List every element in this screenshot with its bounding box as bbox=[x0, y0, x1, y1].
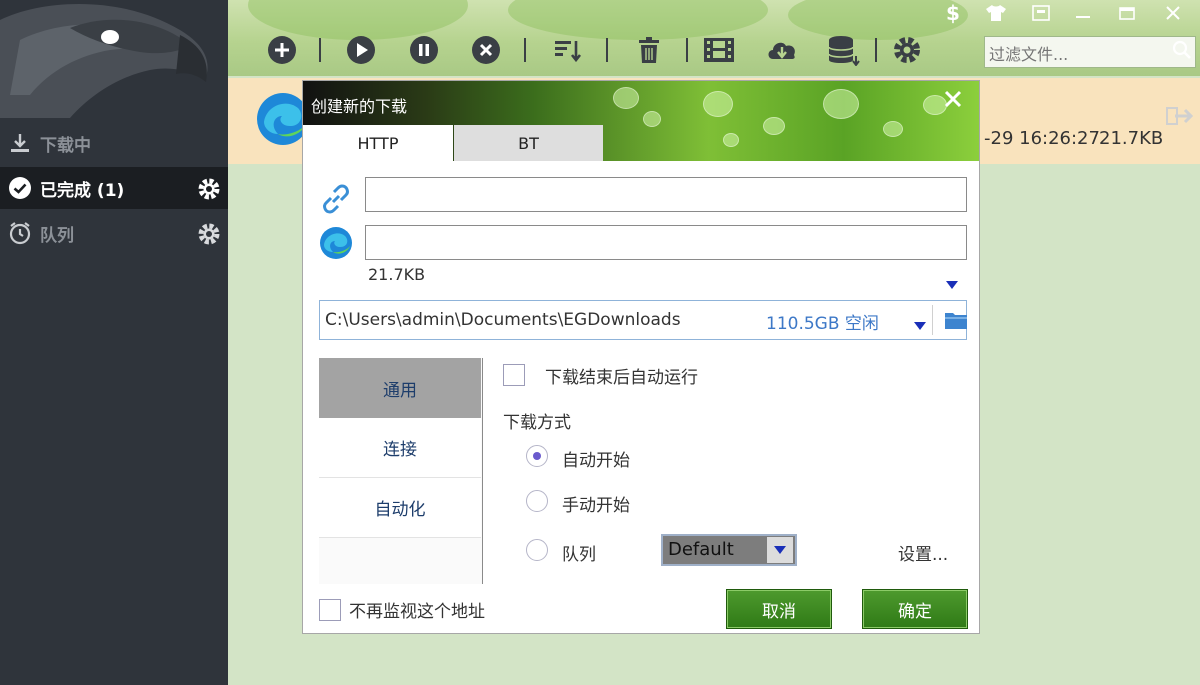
sidebar-item-completed[interactable]: 已完成 (1) bbox=[0, 167, 228, 209]
minimize-button[interactable] bbox=[1070, 2, 1096, 24]
close-icon bbox=[1166, 6, 1180, 20]
save-path-field[interactable]: C:\Users\admin\Documents\EGDownloads 110… bbox=[319, 300, 967, 340]
tab-general[interactable]: 通用 bbox=[319, 358, 481, 418]
skin-button[interactable] bbox=[983, 2, 1009, 24]
free-space-label: 110.5GB 空闲 bbox=[766, 314, 879, 334]
toolbar-divider bbox=[524, 38, 526, 62]
auto-run-label: 下载结束后自动运行 bbox=[545, 368, 698, 388]
queue-select-value: Default bbox=[668, 539, 734, 560]
database-button[interactable] bbox=[826, 33, 860, 67]
chevron-down-icon[interactable] bbox=[767, 537, 793, 563]
sort-button[interactable] bbox=[550, 33, 584, 67]
divider bbox=[932, 305, 933, 335]
queue-label: 队列 bbox=[562, 545, 596, 565]
video-button[interactable] bbox=[702, 33, 736, 67]
tab-bt[interactable]: BT bbox=[454, 125, 603, 161]
chevron-down-icon[interactable] bbox=[913, 316, 927, 335]
link-icon bbox=[319, 182, 353, 220]
download-icon bbox=[0, 132, 40, 154]
download-mode-label: 下载方式 bbox=[503, 413, 571, 433]
no-monitor-checkbox[interactable] bbox=[319, 599, 341, 621]
dollar-icon: $ bbox=[946, 1, 960, 25]
file-size-label: 21.7KB bbox=[368, 265, 426, 284]
pause-icon bbox=[410, 36, 438, 64]
pause-button[interactable] bbox=[407, 33, 441, 67]
toolbar-divider bbox=[606, 38, 608, 62]
edge-icon bbox=[319, 226, 353, 264]
dialog-banner: 创建新的下载 HTTP BT bbox=[303, 81, 979, 161]
no-monitor-label: 不再监视这个地址 bbox=[349, 602, 485, 622]
close-icon[interactable] bbox=[941, 87, 965, 111]
tab-http[interactable]: HTTP bbox=[303, 125, 453, 161]
trash-icon bbox=[639, 37, 659, 63]
stop-button[interactable] bbox=[469, 33, 503, 67]
chevron-down-icon[interactable] bbox=[945, 275, 959, 294]
sidebar-item-queue[interactable]: 队列 bbox=[0, 212, 228, 254]
exit-icon[interactable] bbox=[1165, 104, 1195, 132]
sidebar-item-label: 下载中 bbox=[40, 135, 91, 156]
close-button[interactable] bbox=[1160, 2, 1186, 24]
restore-icon bbox=[1032, 5, 1050, 21]
tshirt-icon bbox=[986, 5, 1006, 21]
auto-run-checkbox[interactable] bbox=[503, 364, 525, 386]
new-download-dialog: 创建新的下载 HTTP BT 21.7KB C:\Users\admin\Doc… bbox=[302, 80, 980, 634]
gear-icon[interactable] bbox=[196, 176, 222, 207]
filename-input[interactable] bbox=[365, 225, 967, 260]
play-icon bbox=[347, 36, 375, 64]
tab-automation[interactable]: 自动化 bbox=[319, 478, 481, 538]
maximize-icon bbox=[1119, 7, 1135, 20]
video-icon bbox=[704, 38, 734, 62]
sort-icon bbox=[555, 41, 582, 63]
filter-input[interactable] bbox=[984, 36, 1196, 68]
delete-button[interactable] bbox=[632, 33, 666, 67]
tab-connection[interactable]: 连接 bbox=[319, 418, 481, 478]
manual-start-label: 手动开始 bbox=[562, 496, 630, 516]
cancel-button[interactable]: 取消 bbox=[726, 589, 832, 629]
alarm-clock-icon bbox=[0, 221, 40, 245]
cloud-download-button[interactable] bbox=[765, 33, 799, 67]
stop-icon bbox=[472, 36, 500, 64]
sidebar-item-label: 队列 bbox=[40, 225, 74, 246]
gear-icon bbox=[894, 37, 920, 63]
manual-start-radio[interactable] bbox=[526, 490, 548, 512]
queue-settings-link[interactable]: 设置... bbox=[898, 540, 948, 565]
sidebar-item-downloading[interactable]: 下载中 bbox=[0, 122, 228, 164]
add-icon bbox=[268, 36, 296, 64]
auto-start-label: 自动开始 bbox=[562, 451, 630, 471]
url-input[interactable] bbox=[365, 177, 967, 212]
toolbar-divider bbox=[686, 38, 688, 62]
start-button[interactable] bbox=[344, 33, 378, 67]
donate-button[interactable]: $ bbox=[940, 1, 966, 25]
eagle-logo bbox=[0, 0, 228, 118]
queue-select[interactable]: Default bbox=[661, 534, 797, 566]
gear-icon[interactable] bbox=[196, 221, 222, 252]
search-icon[interactable] bbox=[1172, 40, 1192, 64]
maximize-button[interactable] bbox=[1114, 2, 1140, 24]
restore-button[interactable] bbox=[1028, 2, 1054, 24]
toolbar-divider bbox=[875, 38, 877, 62]
cloud-download-icon bbox=[768, 42, 795, 59]
row-size: 21.7KB bbox=[1099, 128, 1164, 149]
sidebar-item-label: 已完成 (1) bbox=[40, 180, 125, 201]
minimize-icon bbox=[1076, 16, 1090, 18]
save-path-value: C:\Users\admin\Documents\EGDownloads bbox=[325, 310, 681, 330]
toolbar-divider bbox=[319, 38, 321, 62]
auto-start-radio[interactable] bbox=[526, 445, 548, 467]
add-button[interactable] bbox=[265, 33, 299, 67]
check-circle-icon bbox=[0, 176, 40, 200]
settings-side-tabs: 通用 连接 自动化 bbox=[319, 358, 483, 584]
row-time: -29 16:26:27 bbox=[984, 128, 1100, 149]
database-icon bbox=[828, 36, 860, 66]
ok-button[interactable]: 确定 bbox=[862, 589, 968, 629]
queue-radio[interactable] bbox=[526, 539, 548, 561]
dialog-title: 创建新的下载 bbox=[311, 97, 408, 116]
folder-icon[interactable] bbox=[944, 309, 968, 335]
sidebar: 下载中 已完成 (1) 队列 bbox=[0, 0, 228, 685]
toolbar: $ bbox=[228, 0, 1200, 76]
settings-button[interactable] bbox=[890, 33, 924, 67]
